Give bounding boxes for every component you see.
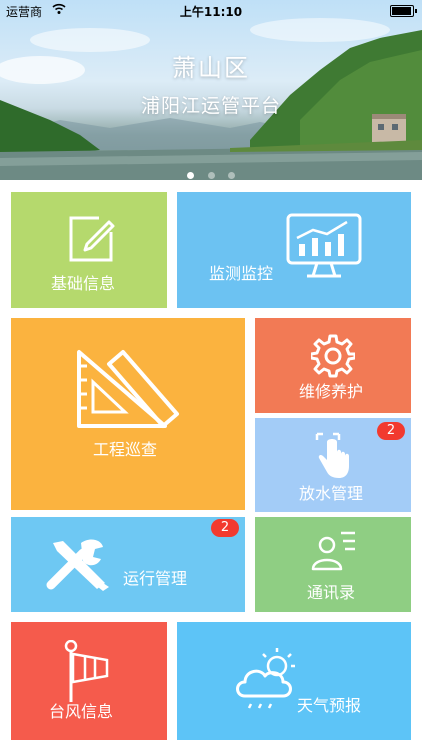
edit-icon: [65, 214, 117, 270]
page-dot-1[interactable]: [187, 172, 195, 179]
page-indicator[interactable]: [0, 164, 422, 180]
tile-inspection[interactable]: 工程巡查: [11, 318, 245, 510]
touch-hand-icon: [313, 430, 353, 484]
tile-label: 运行管理: [123, 569, 188, 588]
ruler-triangle-icon: [73, 346, 183, 436]
status-bar: 运营商 上午11:10: [0, 0, 422, 22]
tile-label: 放水管理: [299, 484, 364, 503]
tile-label: 通讯录: [307, 583, 356, 602]
gear-icon: [309, 334, 357, 382]
banner-subtitle: 浦阳江运管平台: [140, 95, 281, 117]
weather-icon: [231, 644, 303, 718]
battery-icon: [390, 5, 417, 17]
tile-label: 监测监控: [209, 264, 274, 283]
banner-carousel[interactable]: 萧山区 浦阳江运管平台: [0, 0, 422, 180]
tile-label: 台风信息: [49, 702, 114, 721]
tile-basic-info[interactable]: 基础信息: [11, 192, 167, 308]
banner-title: 萧山区: [172, 54, 250, 82]
page-dot-2[interactable]: [207, 172, 215, 179]
tile-water-release[interactable]: 2 放水管理: [255, 418, 411, 512]
tile-label: 维修养护: [299, 382, 364, 401]
notification-badge: 2: [377, 422, 405, 440]
tile-contacts[interactable]: 通讯录: [255, 517, 411, 612]
tile-weather[interactable]: 天气预报: [177, 622, 411, 740]
landscape-image: [0, 18, 422, 180]
contacts-icon: [311, 529, 357, 577]
status-time: 上午11:10: [179, 5, 243, 19]
tile-label: 天气预报: [297, 696, 362, 715]
tile-maintenance[interactable]: 维修养护: [255, 318, 411, 413]
monitor-chart-icon: [285, 212, 363, 284]
tile-label: 基础信息: [51, 274, 116, 293]
tile-operation[interactable]: 2 运行管理: [11, 517, 245, 612]
tile-label: 工程巡查: [93, 440, 158, 459]
page-dot-3[interactable]: [227, 172, 235, 179]
notification-badge: 2: [211, 519, 239, 537]
tile-typhoon[interactable]: 台风信息: [11, 622, 167, 740]
tile-monitoring[interactable]: 监测监控: [177, 192, 411, 308]
tools-icon: [45, 537, 115, 595]
